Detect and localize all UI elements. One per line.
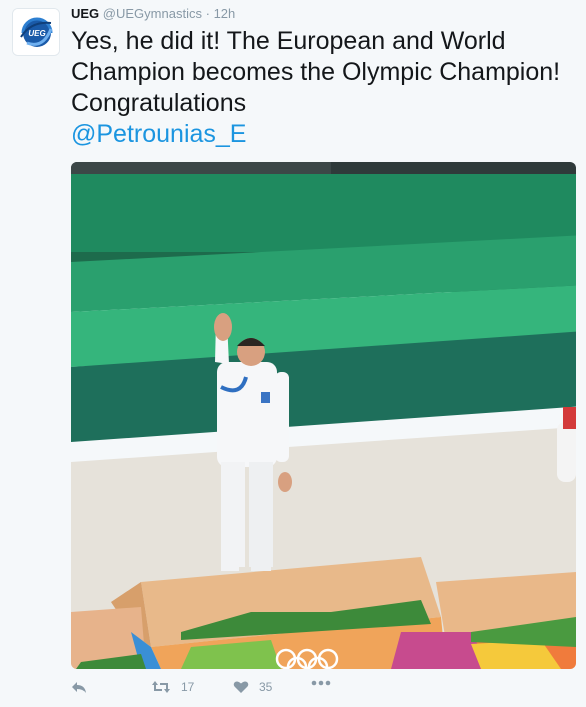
like-button[interactable]: 35 — [233, 680, 272, 694]
like-count: 35 — [259, 680, 273, 694]
tweet: UEG UEG @UEGymnastics · 12h Yes, he did … — [0, 0, 586, 707]
heart-icon — [233, 681, 249, 693]
tweet-text: Yes, he did it! The European and World C… — [71, 26, 571, 150]
more-button[interactable] — [311, 680, 331, 686]
podium-photo — [71, 162, 576, 669]
display-name[interactable]: UEG — [71, 6, 99, 21]
ueg-logo: UEG — [13, 9, 59, 55]
tweet-header: UEG @UEGymnastics · 12h — [71, 6, 235, 22]
mention-link[interactable]: @Petrounias_E — [71, 120, 246, 148]
retweet-button[interactable]: 17 — [151, 680, 194, 694]
tweet-photo[interactable] — [71, 162, 576, 669]
svg-text:UEG: UEG — [28, 29, 45, 38]
reply-icon — [72, 682, 86, 693]
tweet-actions: 17 35 — [71, 680, 371, 700]
avatar[interactable]: UEG — [12, 8, 60, 56]
separator-dot: · — [205, 6, 210, 21]
user-handle[interactable]: @UEGymnastics — [103, 6, 202, 21]
retweet-icon — [152, 681, 170, 693]
more-icon — [311, 680, 331, 686]
tweet-body: Yes, he did it! The European and World C… — [71, 27, 561, 117]
retweet-count: 17 — [181, 680, 195, 694]
reply-button[interactable] — [71, 680, 87, 694]
timestamp[interactable]: 12h — [214, 6, 236, 21]
